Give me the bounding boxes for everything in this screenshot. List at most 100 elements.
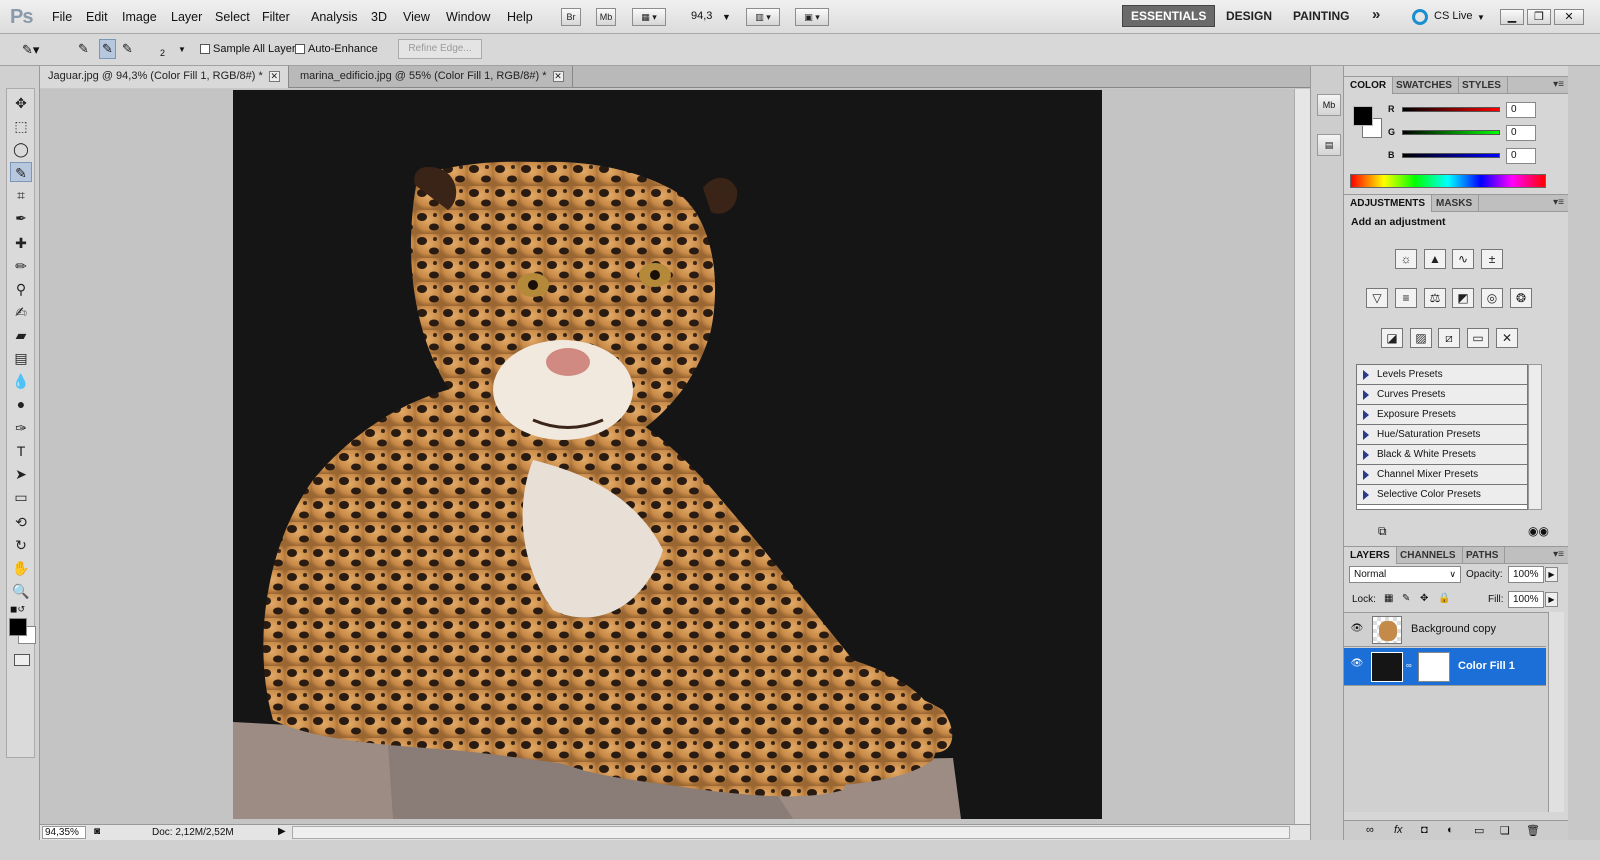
gradient-map-icon[interactable]: ▭ bbox=[1467, 328, 1489, 348]
checkbox-box[interactable] bbox=[200, 44, 210, 54]
fill-arrow-icon[interactable]: ▶ bbox=[1545, 592, 1558, 607]
close-button[interactable]: ✕ bbox=[1554, 9, 1584, 25]
blur-tool-icon[interactable]: 💧 bbox=[10, 371, 32, 391]
selective-color-icon[interactable]: ✕ bbox=[1496, 328, 1518, 348]
marquee-tool-icon[interactable]: ⬚ bbox=[10, 116, 32, 136]
tab-jaguar[interactable]: Jaguar.jpg @ 94,3% (Color Fill 1, RGB/8#… bbox=[40, 66, 289, 88]
tab-paths[interactable]: PATHS bbox=[1460, 547, 1506, 564]
preset-item[interactable]: Selective Color Presets bbox=[1357, 485, 1527, 505]
expand-triangle-icon[interactable] bbox=[1363, 470, 1369, 480]
hue-saturation-icon[interactable]: ≡ bbox=[1395, 288, 1417, 308]
menu-select[interactable]: Select bbox=[215, 10, 250, 24]
brush-picker-chevron-icon[interactable]: ▼ bbox=[178, 45, 186, 54]
preset-item[interactable]: Levels Presets bbox=[1357, 365, 1527, 385]
fx-icon[interactable]: fx bbox=[1394, 824, 1403, 836]
add-mask-icon[interactable]: ◘ bbox=[1421, 824, 1428, 836]
quick-selection-preset-icon[interactable]: ✎▾ bbox=[22, 42, 39, 58]
preset-item[interactable]: Hue/Saturation Presets bbox=[1357, 425, 1527, 445]
status-menu-arrow-icon[interactable]: ▶ bbox=[278, 826, 286, 837]
color-balance-icon[interactable]: ⚖ bbox=[1424, 288, 1446, 308]
arrange-documents-button[interactable]: ▥ ▾ bbox=[746, 8, 780, 26]
subtract-from-selection-icon[interactable]: ✎ bbox=[122, 41, 133, 57]
auto-enhance-checkbox[interactable]: Auto-Enhance bbox=[295, 43, 378, 55]
foreground-color-swatch[interactable] bbox=[1353, 106, 1373, 126]
menu-edit[interactable]: Edit bbox=[86, 10, 108, 24]
screen-mode-button[interactable]: ▣ ▾ bbox=[795, 8, 829, 26]
trash-icon[interactable]: 🗑 bbox=[1526, 824, 1540, 837]
menu-layer[interactable]: Layer bbox=[171, 10, 202, 24]
zoom-field[interactable]: 94,35% bbox=[42, 826, 86, 839]
expand-triangle-icon[interactable] bbox=[1363, 450, 1369, 460]
vertical-scrollbar[interactable] bbox=[1294, 89, 1310, 824]
quick-mask-icon[interactable] bbox=[14, 654, 30, 666]
tab-adjustments[interactable]: ADJUSTMENTS bbox=[1344, 195, 1433, 212]
move-tool-icon[interactable]: ✥ bbox=[10, 93, 32, 113]
channel-mixer-icon[interactable]: ❂ bbox=[1510, 288, 1532, 308]
link-icon[interactable]: ∞ bbox=[1406, 661, 1412, 670]
black-white-icon[interactable]: ◩ bbox=[1452, 288, 1474, 308]
minimize-button[interactable]: ▁ bbox=[1500, 9, 1524, 25]
preset-item[interactable]: Curves Presets bbox=[1357, 385, 1527, 405]
photo-filter-icon[interactable]: ◎ bbox=[1481, 288, 1503, 308]
lock-all-icon[interactable]: 🔒 bbox=[1438, 593, 1450, 604]
preset-item[interactable]: Black & White Presets bbox=[1357, 445, 1527, 465]
menu-view[interactable]: View bbox=[403, 10, 430, 24]
lock-transparent-icon[interactable]: ▦ bbox=[1384, 593, 1393, 604]
menu-help[interactable]: Help bbox=[507, 10, 533, 24]
expand-triangle-icon[interactable] bbox=[1363, 370, 1369, 380]
eye-icon[interactable]: 👁 bbox=[1350, 658, 1364, 670]
bridge-button[interactable]: Br bbox=[561, 8, 581, 26]
zoom-tool-icon[interactable]: 🔍 bbox=[10, 581, 32, 601]
color-spectrum[interactable] bbox=[1350, 174, 1546, 188]
tab-masks[interactable]: MASKS bbox=[1430, 195, 1480, 212]
new-adjustment-icon[interactable]: ◐ bbox=[1447, 824, 1454, 836]
fill-input[interactable]: 100% bbox=[1508, 591, 1544, 608]
3d-rotate-tool-icon[interactable]: ⟲ bbox=[10, 512, 32, 532]
refine-edge-button[interactable]: Refine Edge... bbox=[398, 39, 482, 59]
brush-size[interactable]: 2 bbox=[160, 48, 165, 58]
tab-styles[interactable]: STYLES bbox=[1456, 77, 1508, 94]
exposure-icon[interactable]: ± bbox=[1481, 249, 1503, 269]
path-selection-tool-icon[interactable]: ➤ bbox=[10, 464, 32, 484]
type-tool-icon[interactable]: T bbox=[10, 441, 32, 461]
mini-bridge-button[interactable]: Mb bbox=[596, 8, 616, 26]
default-colors-icon[interactable]: ◼↺ bbox=[10, 604, 25, 615]
levels-icon[interactable]: ▲ bbox=[1424, 249, 1446, 269]
checkbox-box[interactable] bbox=[295, 44, 305, 54]
workspace-painting[interactable]: PAINTING bbox=[1293, 9, 1349, 23]
lock-position-icon[interactable]: ✥ bbox=[1420, 593, 1428, 604]
posterize-icon[interactable]: ▨ bbox=[1410, 328, 1432, 348]
eye-icon[interactable]: 👁 bbox=[1350, 623, 1364, 635]
maximize-button[interactable]: ❐ bbox=[1527, 9, 1551, 25]
workspace-design[interactable]: DESIGN bbox=[1226, 9, 1272, 23]
clip-to-layer-icon[interactable]: ◉◉ bbox=[1528, 524, 1549, 538]
eraser-tool-icon[interactable]: ▰ bbox=[10, 325, 32, 345]
preset-item[interactable]: Channel Mixer Presets bbox=[1357, 465, 1527, 485]
close-icon[interactable]: ✕ bbox=[268, 71, 280, 82]
green-value[interactable]: 0 bbox=[1506, 125, 1536, 141]
red-slider[interactable] bbox=[1402, 107, 1500, 112]
dodge-tool-icon[interactable]: ● bbox=[10, 394, 32, 414]
layers-scrollbar[interactable] bbox=[1548, 612, 1564, 812]
blue-slider[interactable] bbox=[1402, 153, 1500, 158]
rectangle-tool-icon[interactable]: ▭ bbox=[10, 487, 32, 507]
3d-orbit-tool-icon[interactable]: ↻ bbox=[10, 535, 32, 555]
document-canvas[interactable] bbox=[233, 90, 1102, 819]
mini-bridge-panel-button[interactable]: Mb bbox=[1317, 94, 1341, 116]
crop-tool-icon[interactable]: ⌗ bbox=[10, 185, 32, 205]
clone-stamp-tool-icon[interactable]: ⚲ bbox=[10, 279, 32, 299]
workspace-essentials[interactable]: ESSENTIALS bbox=[1122, 5, 1216, 27]
menu-window[interactable]: Window bbox=[446, 10, 490, 24]
more-workspaces-button[interactable]: » bbox=[1372, 6, 1380, 23]
tab-color[interactable]: COLOR bbox=[1344, 77, 1394, 94]
return-to-list-icon[interactable]: ⧉ bbox=[1378, 524, 1387, 539]
menu-filter[interactable]: Filter bbox=[262, 10, 290, 24]
view-extras-button[interactable]: ▦ ▾ bbox=[632, 8, 666, 26]
panel-menu-icon[interactable]: ▾≡ bbox=[1553, 549, 1564, 560]
cs-live-menu[interactable]: CS Live bbox=[1434, 10, 1473, 22]
eyedropper-tool-icon[interactable]: ✒ bbox=[10, 208, 32, 228]
vibrance-icon[interactable]: ▽ bbox=[1366, 288, 1388, 308]
gradient-tool-icon[interactable]: ▤ bbox=[10, 348, 32, 368]
chevron-down-icon[interactable]: ▼ bbox=[722, 12, 731, 22]
tab-swatches[interactable]: SWATCHES bbox=[1390, 77, 1459, 94]
